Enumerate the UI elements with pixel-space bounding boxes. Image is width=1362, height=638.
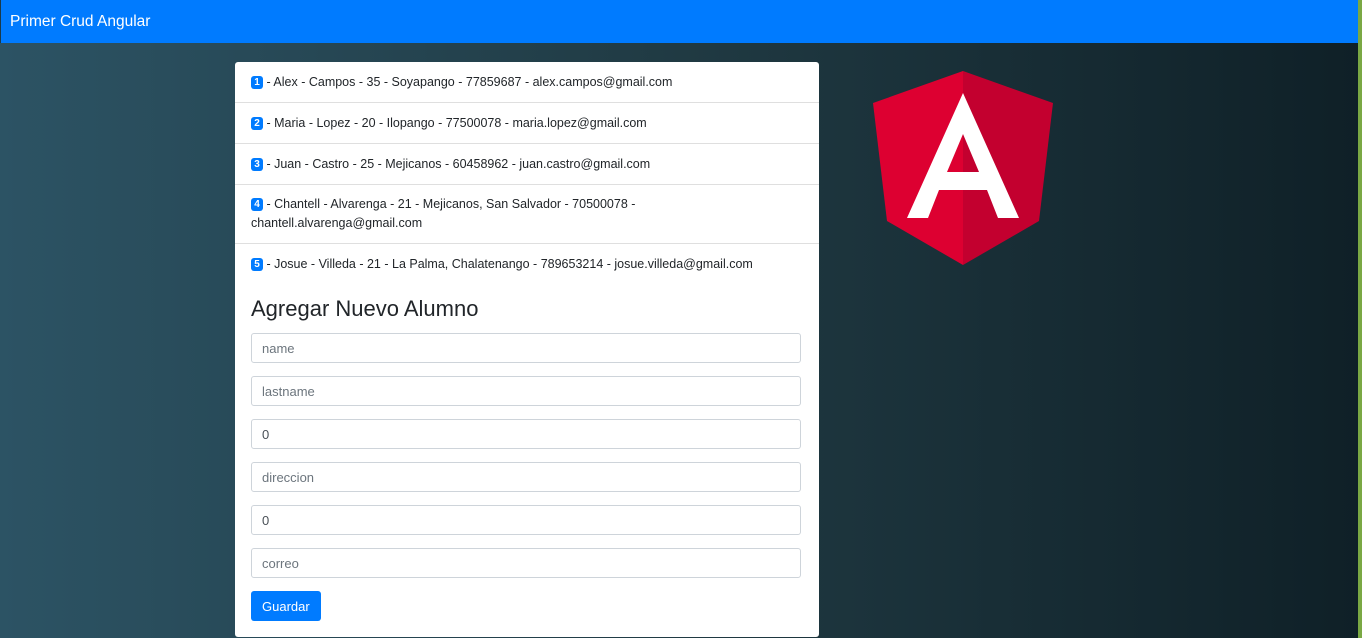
angular-logo-icon bbox=[873, 71, 1053, 265]
list-item: 4 - Chantell - Alvarenga - 21 - Mejicano… bbox=[235, 185, 819, 244]
list-item: 3 - Juan - Castro - 25 - Mejicanos - 604… bbox=[235, 144, 819, 185]
student-text: - Alex - Campos - 35 - Soyapango - 77859… bbox=[263, 75, 673, 89]
phone-input[interactable] bbox=[251, 505, 801, 535]
id-badge: 1 bbox=[251, 76, 263, 89]
save-button[interactable]: Guardar bbox=[251, 591, 321, 621]
age-input[interactable] bbox=[251, 419, 801, 449]
logo-shield-right bbox=[963, 71, 1053, 265]
navbar-brand[interactable]: Primer Crud Angular bbox=[10, 13, 150, 31]
id-badge: 2 bbox=[251, 117, 263, 130]
logo-shield-left bbox=[873, 71, 963, 265]
id-badge: 5 bbox=[251, 258, 263, 271]
list-item: 2 - Maria - Lopez - 20 - Ilopango - 7750… bbox=[235, 103, 819, 144]
form-title: Agregar Nuevo Alumno bbox=[251, 296, 479, 321]
add-student-card: Agregar Nuevo Alumno Guardar bbox=[235, 278, 819, 637]
lastname-input[interactable] bbox=[251, 376, 801, 406]
navbar: Primer Crud Angular bbox=[0, 0, 1358, 43]
id-badge: 4 bbox=[251, 198, 263, 211]
student-list: 1 - Alex - Campos - 35 - Soyapango - 778… bbox=[235, 62, 819, 285]
email-input[interactable] bbox=[251, 548, 801, 578]
student-text: - Juan - Castro - 25 - Mejicanos - 60458… bbox=[263, 157, 651, 171]
name-input[interactable] bbox=[251, 333, 801, 363]
student-text: - Chantell - Alvarenga - 21 - Mejicanos,… bbox=[251, 197, 636, 230]
window-edge bbox=[1358, 0, 1362, 638]
address-input[interactable] bbox=[251, 462, 801, 492]
student-text: - Josue - Villeda - 21 - La Palma, Chala… bbox=[263, 257, 753, 271]
id-badge: 3 bbox=[251, 158, 263, 171]
student-text: - Maria - Lopez - 20 - Ilopango - 775000… bbox=[263, 116, 647, 130]
list-item: 1 - Alex - Campos - 35 - Soyapango - 778… bbox=[235, 62, 819, 103]
